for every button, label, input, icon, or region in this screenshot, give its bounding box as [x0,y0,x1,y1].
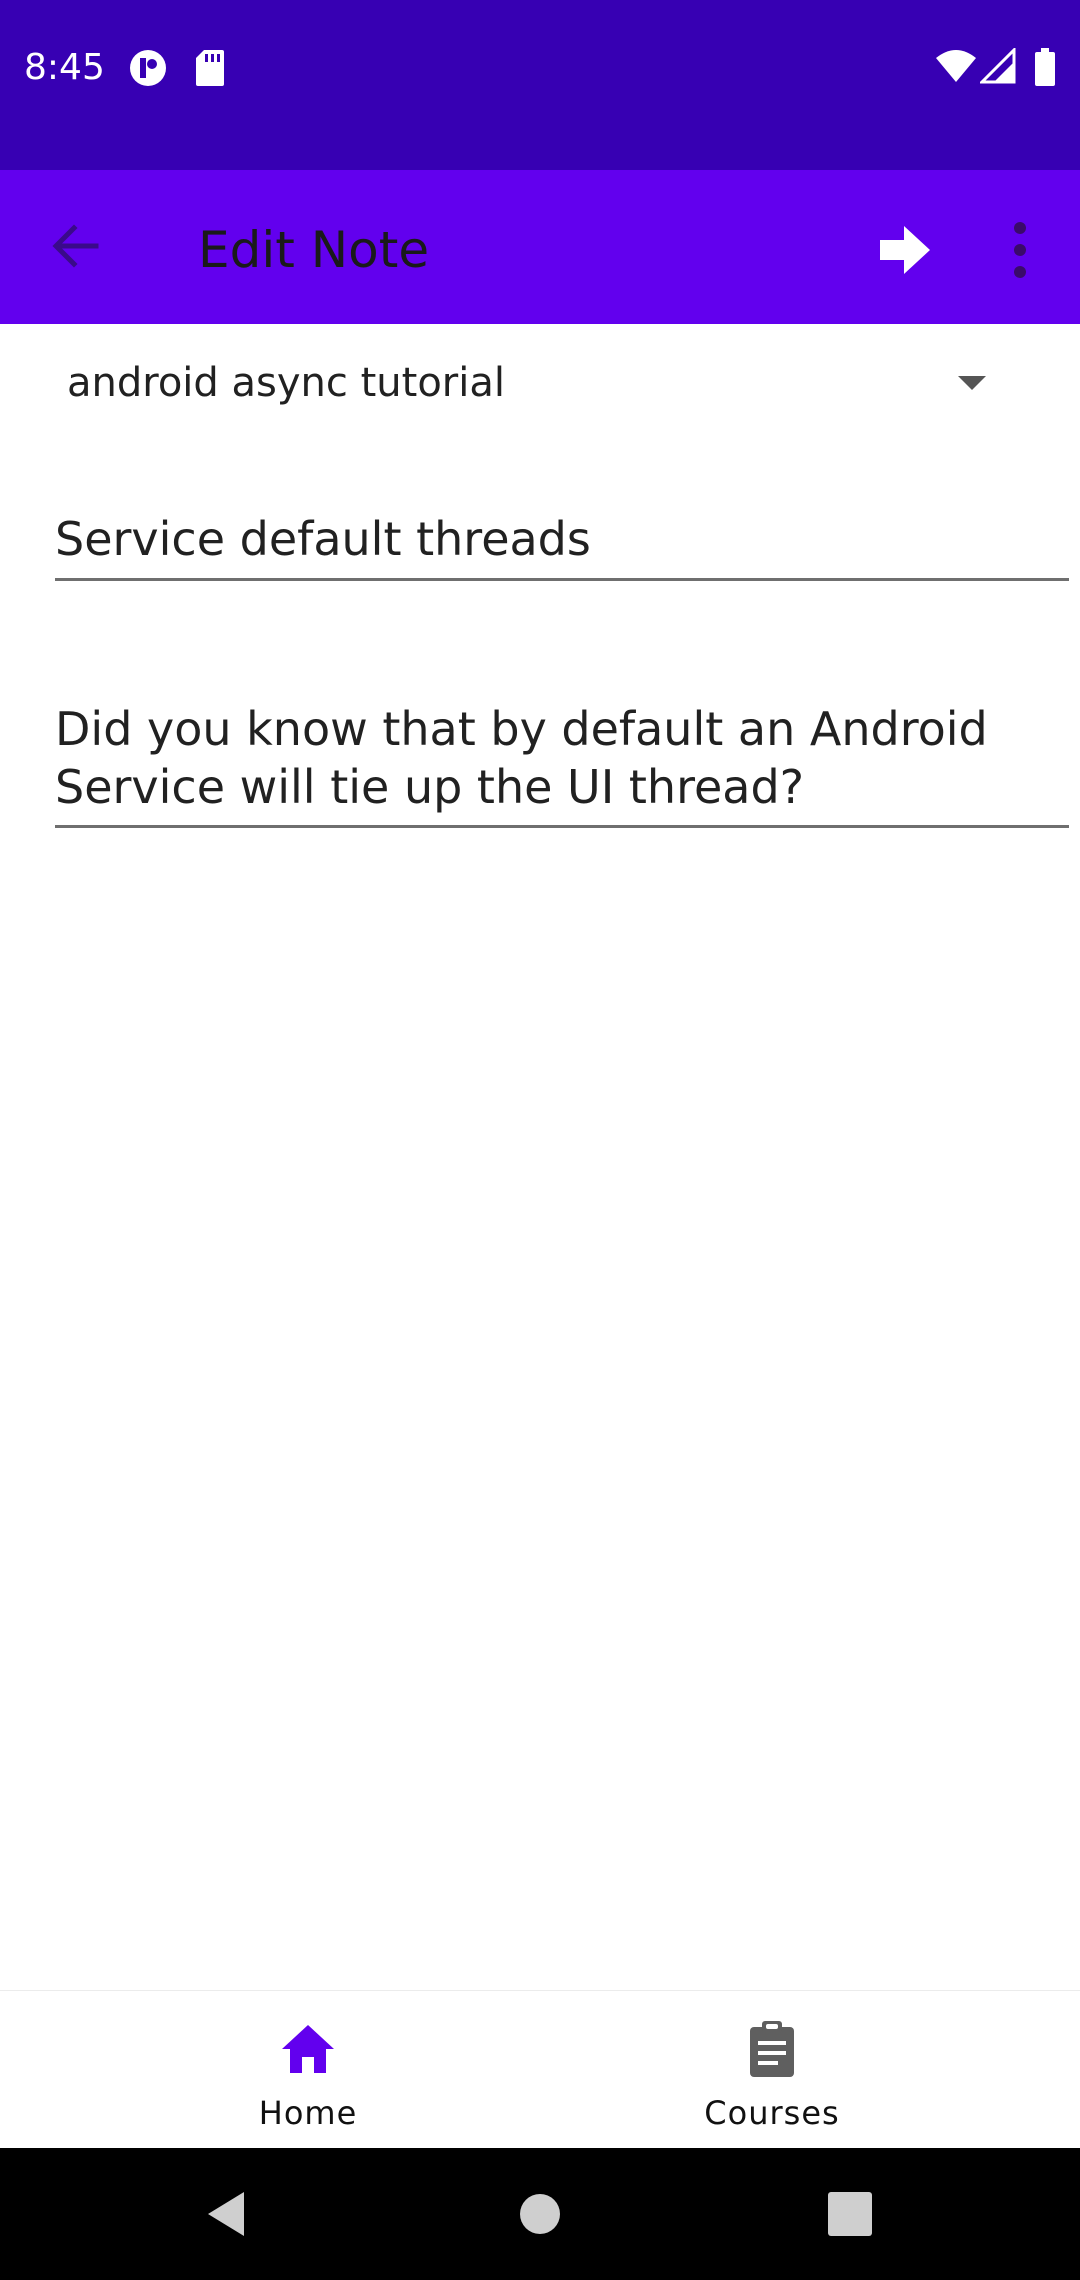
cell-signal-icon [980,48,1016,84]
course-spinner-value: android async tutorial [67,360,505,406]
bottom-navigation: Home Courses [0,1990,1080,2149]
system-navigation-bar [0,2148,1080,2280]
app-bar: Edit Note [0,170,1080,324]
status-time: 8:45 [24,47,105,88]
back-arrow-icon[interactable] [40,210,112,282]
bottom-nav-home[interactable]: Home [158,1991,458,2149]
course-spinner[interactable]: android async tutorial [40,330,1020,430]
bottom-nav-courses[interactable]: Courses [622,1991,922,2149]
bottom-nav-home-label: Home [258,2094,358,2132]
clipboard-icon [750,2021,794,2077]
system-recents-icon[interactable] [820,2184,880,2244]
bottom-nav-courses-label: Courses [704,2094,840,2132]
notification-app-icon [130,50,166,86]
wifi-icon [936,50,976,82]
system-back-icon[interactable] [196,2184,256,2244]
note-title-field[interactable]: Service default threads [55,510,1069,581]
more-vert-icon[interactable] [990,210,1050,290]
system-home-icon[interactable] [510,2184,570,2244]
home-icon [282,2025,334,2073]
battery-icon [1035,48,1055,86]
sd-card-icon [196,50,224,86]
note-text-field[interactable]: Did you know that by default an Android … [55,700,1069,828]
page-title: Edit Note [198,221,430,279]
status-bar: 8:45 [0,0,1080,170]
dropdown-arrow-icon [958,376,986,390]
next-arrow-icon[interactable] [864,210,944,290]
